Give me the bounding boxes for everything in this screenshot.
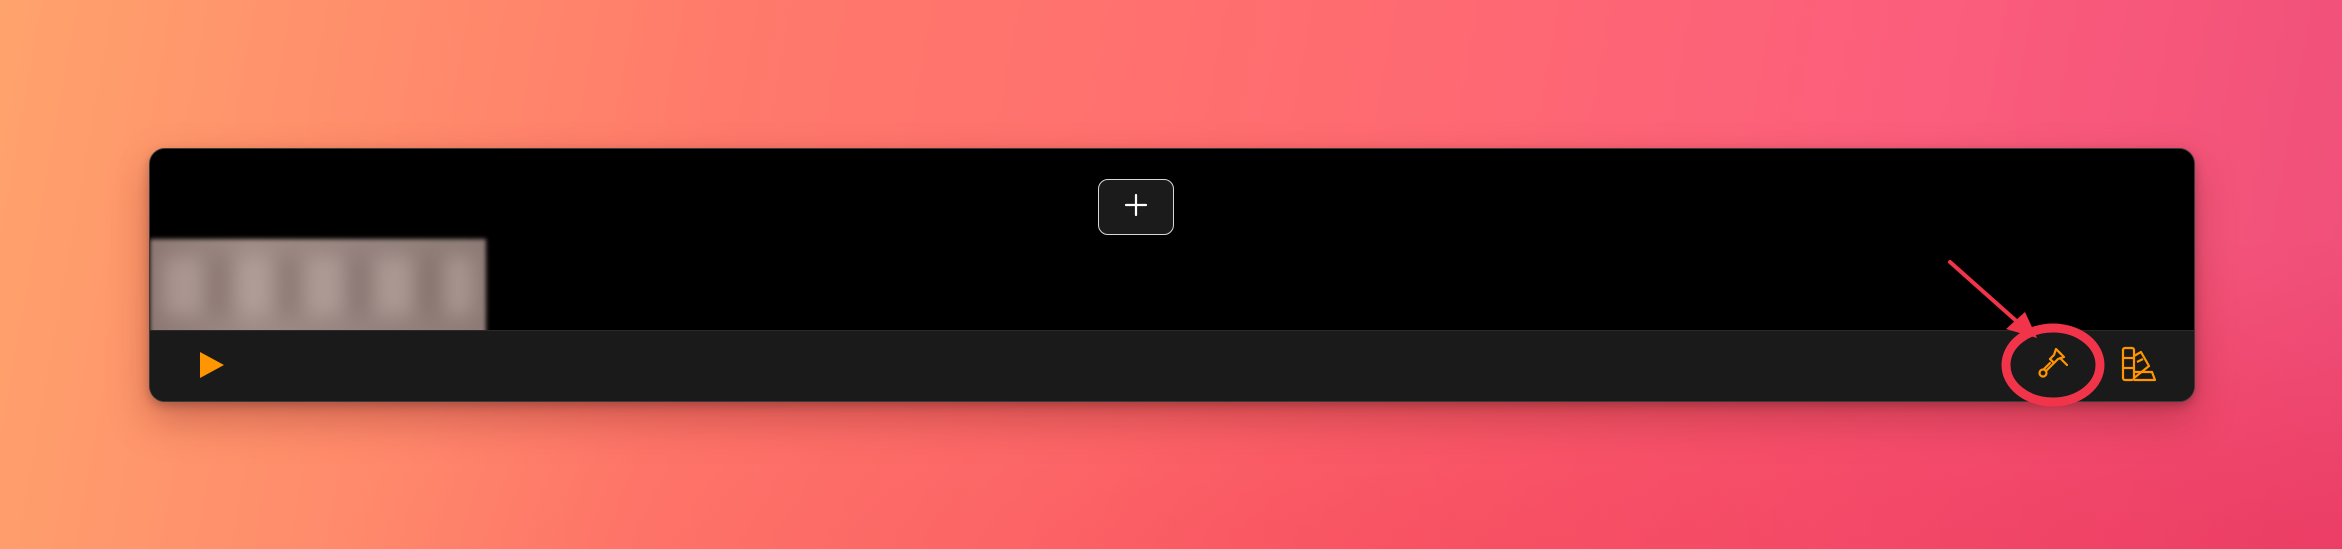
play-button[interactable] <box>194 351 228 383</box>
paintbrush-button[interactable] <box>2032 345 2074 387</box>
play-icon <box>196 350 226 385</box>
color-swatch-button[interactable] <box>2118 345 2160 387</box>
color-swatch-icon <box>2119 344 2159 389</box>
paintbrush-icon <box>2034 345 2072 388</box>
app-window <box>149 148 2195 402</box>
add-button[interactable] <box>1098 179 1174 235</box>
plus-icon <box>1123 192 1149 223</box>
bottom-toolbar <box>150 330 2194 401</box>
canvas-area <box>150 149 2194 335</box>
blurred-thumbnail[interactable] <box>150 239 486 335</box>
